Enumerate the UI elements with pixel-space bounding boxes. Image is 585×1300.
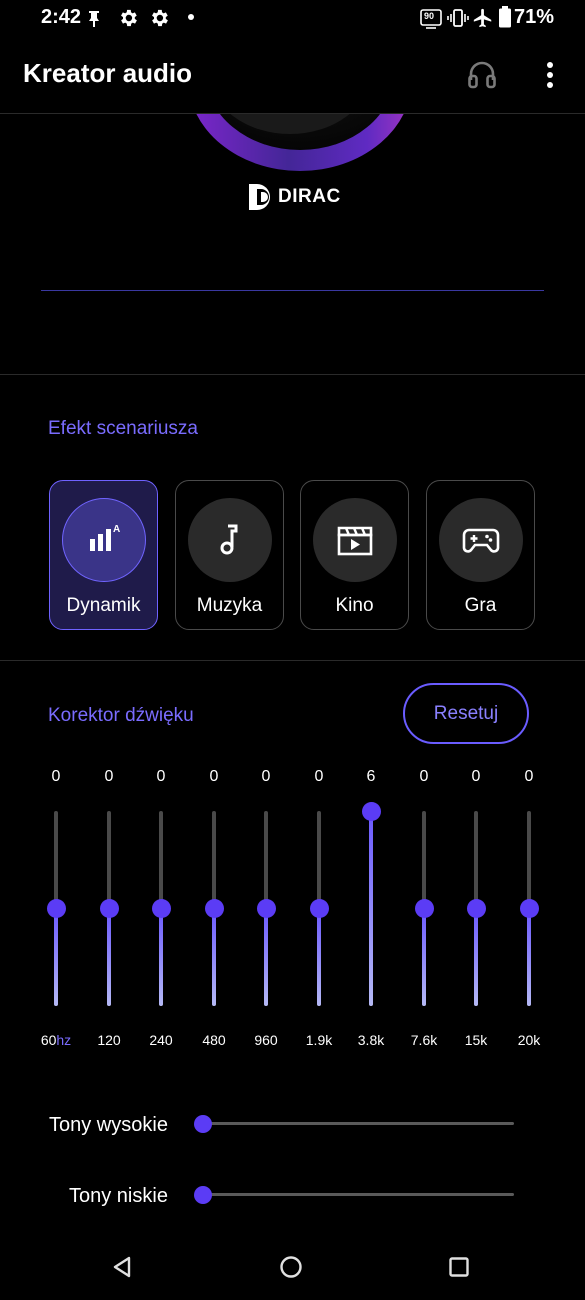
eq-band-fill: [369, 811, 373, 1006]
eq-band-value: 0: [314, 768, 324, 785]
eq-band-fill: [317, 908, 321, 1006]
eq-band-frequency: 960: [241, 1032, 291, 1048]
vibrate-icon: [447, 9, 469, 27]
eq-band-value: 0: [524, 768, 534, 785]
eq-band-value: 0: [156, 768, 166, 785]
eq-band-frequency-number: 15k: [464, 1032, 488, 1048]
eq-band-slider[interactable]: [369, 811, 373, 1006]
scene-card-muzyka[interactable]: Muzyka: [175, 480, 284, 630]
eq-band-thumb[interactable]: [99, 899, 119, 918]
eq-band-fill: [212, 908, 216, 1006]
music-note-icon: [220, 524, 238, 555]
scene-label: Kino: [335, 595, 374, 616]
home-icon[interactable]: [279, 1255, 303, 1279]
eq-band-frequency: 7.6k: [399, 1032, 449, 1048]
eq-band-fill: [474, 908, 478, 1006]
bass-slider-thumb[interactable]: [194, 1186, 212, 1204]
eq-band-fill: [107, 908, 111, 1006]
eq-band-frequency: 20k: [504, 1032, 554, 1048]
eq-band-value: 0: [209, 768, 219, 785]
eq-band-frequency-number: 960: [254, 1032, 278, 1048]
eq-band-thumb[interactable]: [256, 899, 276, 918]
gamepad-icon: [462, 528, 500, 553]
scene-icon-circle: [188, 498, 272, 582]
battery-icon: [499, 6, 511, 28]
scene-label: Dynamik: [66, 595, 141, 616]
eq-band-value: 6: [366, 768, 376, 785]
treble-slider-thumb[interactable]: [194, 1115, 212, 1133]
eq-band-frequency-number: 120: [97, 1032, 121, 1048]
gear-icon: [121, 9, 137, 27]
eq-band-frequency-number: 480: [202, 1032, 226, 1048]
eq-band-frequency-number: 20k: [517, 1032, 541, 1048]
bass-slider-track[interactable]: [196, 1193, 514, 1196]
more-vert-icon[interactable]: [540, 60, 560, 90]
eq-band-thumb[interactable]: [204, 899, 224, 918]
clapperboard-icon: [337, 526, 373, 556]
eq-band-frequency-number: 7.6k: [410, 1032, 438, 1048]
eq-band-frequency-number: 3.8k: [357, 1032, 385, 1048]
eq-band-frequency: 1.9k: [294, 1032, 344, 1048]
equalizer-section-label: Korektor dźwięku: [48, 705, 194, 726]
dirac-brand: DIRAC: [278, 186, 341, 207]
scene-card-dynamik[interactable]: A Dynamik: [49, 480, 158, 630]
scene-label: Muzyka: [196, 595, 263, 616]
eq-band-frequency-number: 240: [149, 1032, 173, 1048]
dynamic-bars-icon: A: [90, 524, 120, 551]
eq-band-thumb[interactable]: [46, 899, 66, 918]
eq-band-frequency-number: 1.9k: [305, 1032, 333, 1048]
scene-icon-circle: [439, 498, 523, 582]
eq-band-value: 0: [261, 768, 271, 785]
treble-slider-track[interactable]: [196, 1122, 514, 1125]
treble-label: Tony wysokie: [49, 1114, 168, 1136]
svg-text:A: A: [113, 524, 120, 535]
eq-band-value: 0: [471, 768, 481, 785]
eq-band-thumb[interactable]: [414, 899, 434, 918]
eq-band-frequency: 120: [84, 1032, 134, 1048]
eq-band-frequency: 480: [189, 1032, 239, 1048]
eq-band-value: 0: [104, 768, 114, 785]
notification-pin-icon: [89, 11, 99, 27]
eq-band-fill: [54, 908, 58, 1006]
section-divider: [0, 374, 585, 375]
scenario-section-label: Efekt scenariusza: [48, 418, 198, 439]
eq-band-fill: [527, 908, 531, 1006]
dirac-logo-icon: [249, 184, 270, 210]
scene-card-gra[interactable]: Gra: [426, 480, 535, 630]
eq-band-frequency-unit: hz: [56, 1032, 72, 1048]
airplane-icon: [473, 8, 492, 28]
eq-band-value: 0: [419, 768, 429, 785]
eq-band-frequency: 60hz: [31, 1032, 81, 1048]
page-title: Kreator audio: [23, 58, 193, 88]
battery-percentage: 71%: [514, 6, 555, 28]
eq-band-fill: [264, 908, 268, 1006]
eq-band-thumb[interactable]: [466, 899, 486, 918]
section-divider: [0, 660, 585, 661]
recents-icon[interactable]: [448, 1256, 470, 1278]
scene-icon-circle: A: [62, 498, 146, 582]
refresh-rate-value: 90: [424, 11, 435, 21]
status-time: 2:42: [41, 6, 82, 28]
eq-band-thumb[interactable]: [361, 801, 381, 821]
eq-band-thumb[interactable]: [151, 899, 171, 918]
reset-button[interactable]: Resetuj: [403, 683, 529, 744]
bass-label: Tony niskie: [69, 1185, 168, 1207]
eq-band-fill: [422, 908, 426, 1006]
eq-band-fill: [159, 908, 163, 1006]
dirac-separator: [41, 290, 544, 291]
gear-icon: [152, 9, 168, 27]
dot-icon: [188, 14, 194, 20]
eq-band-thumb[interactable]: [309, 899, 329, 918]
eq-band-frequency: 3.8k: [346, 1032, 396, 1048]
eq-band-frequency-number: 60: [40, 1032, 57, 1048]
eq-band-value: 0: [51, 768, 61, 785]
scene-card-kino[interactable]: Kino: [300, 480, 409, 630]
eq-band-frequency: 15k: [451, 1032, 501, 1048]
eq-band-frequency: 240: [136, 1032, 186, 1048]
eq-band-thumb[interactable]: [519, 899, 539, 918]
headphones-icon[interactable]: [466, 58, 498, 90]
scene-icon-circle: [313, 498, 397, 582]
back-icon[interactable]: [110, 1255, 134, 1279]
scene-label: Gra: [464, 595, 497, 616]
